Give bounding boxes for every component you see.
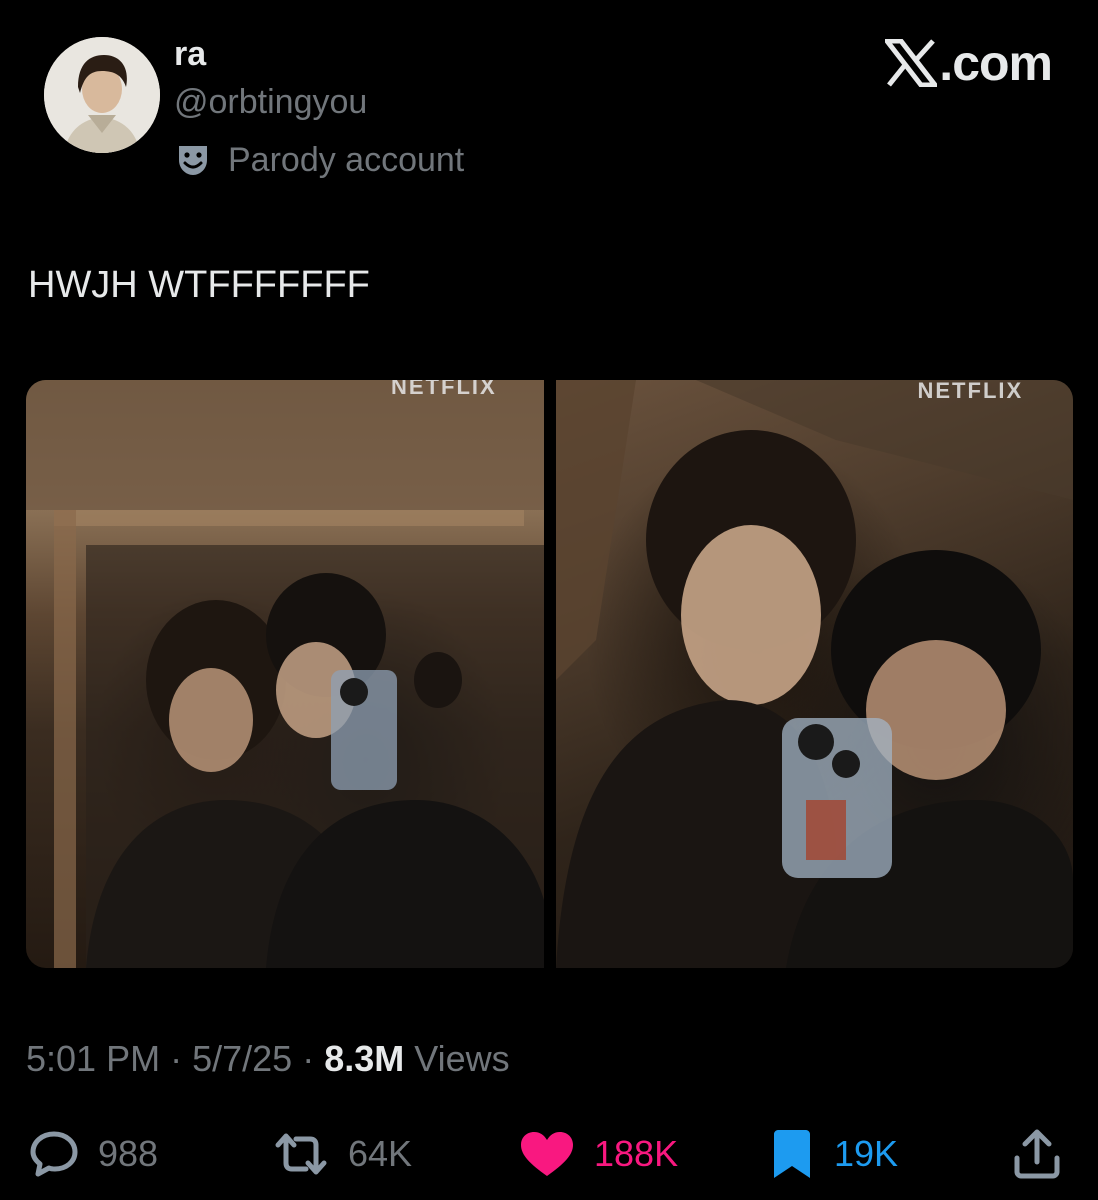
display-name[interactable]: ra <box>174 34 206 74</box>
like-count: 188K <box>594 1133 679 1174</box>
views-count: 8.3M <box>324 1038 405 1079</box>
share-button[interactable] <box>1012 1126 1080 1182</box>
tweet-timestamp[interactable]: 5:01 PM · 5/7/25 · 8.3M Views <box>26 1036 510 1082</box>
heart-filled-icon <box>521 1132 573 1176</box>
tweet-photo-1[interactable]: NETFLIX <box>26 380 544 968</box>
bookmark-count: 19K <box>834 1133 899 1174</box>
tweet-time: 5:01 PM <box>26 1038 161 1079</box>
site-logo: .com <box>885 34 1053 92</box>
parody-account-label: Parody account <box>174 138 464 182</box>
parody-account-text: Parody account <box>228 140 465 179</box>
repost-arrows-icon <box>275 1133 327 1175</box>
bookmark-filled-icon <box>774 1130 810 1178</box>
avatar-image <box>44 37 160 153</box>
photo-2-scene <box>555 380 1073 968</box>
netflix-watermark: NETFLIX <box>917 380 1024 403</box>
netflix-watermark: NETFLIX <box>391 380 497 399</box>
speech-bubble-icon <box>30 1131 78 1177</box>
bookmark-button[interactable]: 19K <box>768 1126 898 1182</box>
tweet-actions-bar: 988 64K 188K 19K <box>0 1126 1098 1182</box>
x-logo-icon <box>885 39 938 87</box>
like-button[interactable]: 188K <box>518 1126 678 1182</box>
tweet-photo-2[interactable]: NETFLIX <box>555 380 1073 968</box>
repost-count: 64K <box>348 1133 413 1174</box>
site-logo-text: .com <box>939 35 1053 91</box>
tweet-text: HWJH WTFFFFFFF <box>28 264 370 306</box>
repost-button[interactable]: 64K <box>272 1126 412 1182</box>
avatar[interactable] <box>44 37 160 153</box>
photo-1-scene <box>26 380 544 968</box>
tweet-date: 5/7/25 <box>192 1038 293 1079</box>
separator-dot: · <box>302 1038 325 1079</box>
share-upload-icon <box>1014 1129 1060 1179</box>
views-label: Views <box>414 1038 510 1079</box>
tweet-media-grid: NETFLIX NETFLIX <box>26 380 1073 968</box>
user-handle[interactable]: @orbtingyou <box>174 82 367 122</box>
reply-count: 988 <box>98 1133 159 1174</box>
reply-button[interactable]: 988 <box>28 1126 158 1182</box>
separator-dot: · <box>170 1038 193 1079</box>
theater-masks-icon <box>179 146 207 175</box>
